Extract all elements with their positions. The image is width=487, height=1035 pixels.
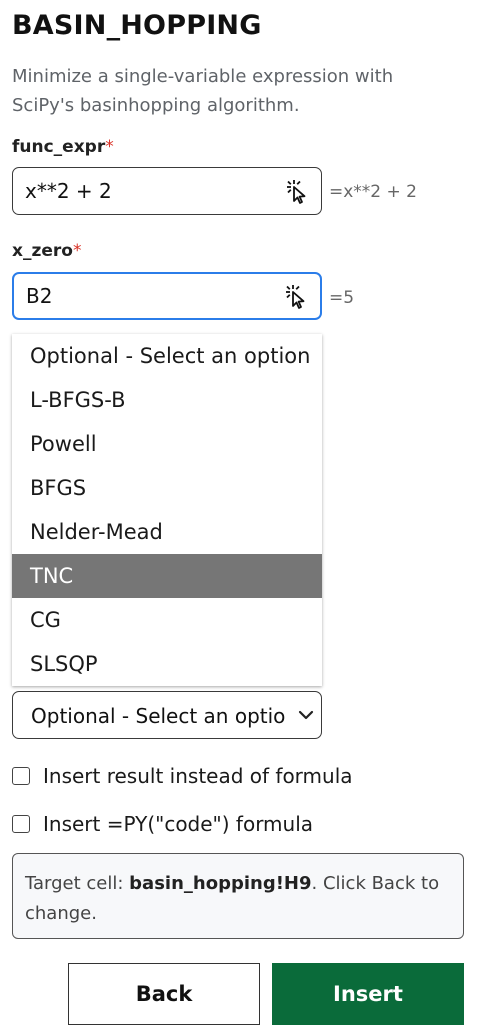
insert-button[interactable]: Insert [272,963,464,1025]
dropdown-option[interactable]: Nelder-Mead [12,510,322,554]
dropdown-option[interactable]: BFGS [12,466,322,510]
insert-py-label[interactable]: Insert =PY("code") formula [43,812,313,836]
dropdown-option[interactable]: SLSQP [12,642,322,686]
method-dropdown-list[interactable]: Optional - Select an option L-BFGS-B Pow… [12,334,322,686]
func-expr-label: func_expr* [12,137,114,157]
back-button[interactable]: Back [68,963,260,1025]
chevron-down-icon [298,710,314,720]
cursor-pick-icon[interactable] [282,283,310,311]
x-zero-input[interactable]: B2 [12,272,322,320]
required-mark: * [72,241,82,261]
func-expr-label-text: func_expr [12,137,106,157]
dropdown-option[interactable]: L-BFGS-B [12,378,322,422]
method-select[interactable]: Optional - Select an option [12,691,322,739]
method-select-value: Optional - Select an option [31,704,286,728]
dropdown-option[interactable]: CG [12,598,322,642]
x-zero-value: B2 [26,284,53,308]
dropdown-option[interactable]: Optional - Select an option [12,334,322,378]
func-expr-input[interactable]: x**2 + 2 [12,167,322,215]
x-zero-preview: =5 [329,288,355,308]
dropdown-option-highlighted[interactable]: TNC [12,554,322,598]
target-cell-ref: basin_hopping!H9 [129,873,312,894]
insert-result-label[interactable]: Insert result instead of formula [43,764,353,788]
dropdown-option[interactable]: Powell [12,422,322,466]
insert-result-checkbox-row[interactable]: Insert result instead of formula [12,763,353,789]
func-expr-value: x**2 + 2 [25,179,112,203]
x-zero-label-text: x_zero [12,241,73,261]
target-prefix: Target cell: [25,873,130,894]
required-mark: * [105,137,114,157]
insert-py-checkbox[interactable] [12,815,30,833]
insert-py-checkbox-row[interactable]: Insert =PY("code") formula [12,811,313,837]
func-expr-preview: =x**2 + 2 [329,182,417,202]
page-title: BASIN_HOPPING [12,10,262,41]
page-description: Minimize a single-variable expression wi… [12,66,394,116]
cursor-pick-icon[interactable] [283,178,311,206]
insert-result-checkbox[interactable] [12,767,30,785]
target-cell-info: Target cell: basin_hopping!H9. Click Bac… [12,853,464,939]
x-zero-label: x_zero* [12,241,81,261]
